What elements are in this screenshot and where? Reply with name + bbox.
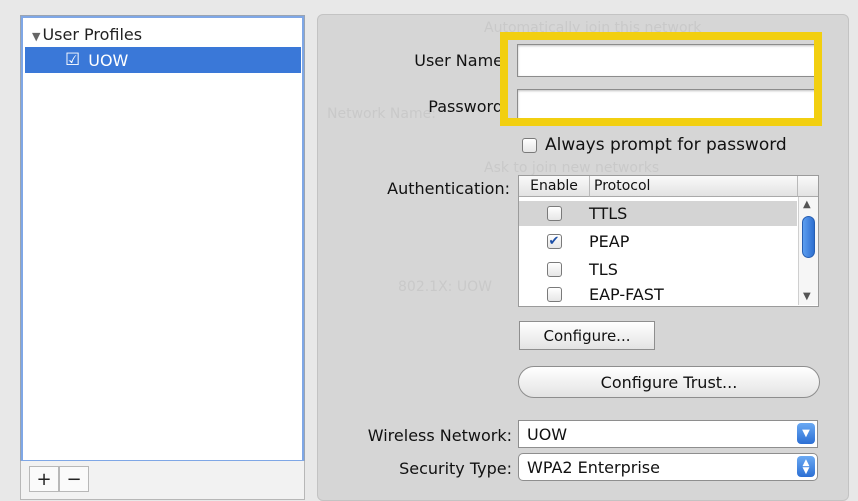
configure-trust-button[interactable]: Configure Trust... [518,366,820,398]
security-type-label: Security Type: [399,459,512,478]
username-label: User Name [414,51,503,70]
profiles-list[interactable]: ▼ User Profiles ☑ UOW [20,15,305,463]
configure-button[interactable]: Configure... [519,321,655,350]
protocol-name: TLS [589,260,618,279]
authentication-table[interactable]: Enable Protocol TTLS ✔ PEAP TLS EAP-FAST… [518,175,819,307]
protocol-name: EAP-FAST [589,285,664,304]
table-row[interactable]: ✔ PEAP [519,229,797,254]
column-header-spacer [798,176,818,197]
ghost-text-ask-join: Ask to join new networks [484,160,660,176]
table-row[interactable]: TLS [519,257,797,282]
authentication-label: Authentication: [387,179,510,198]
enable-checkbox-checked[interactable]: ✔ [546,234,562,249]
enable-checkbox[interactable] [546,287,562,302]
scroll-thumb[interactable] [802,216,815,258]
enable-checkbox[interactable] [546,262,562,277]
dropdown-arrow-icon[interactable]: ▼ [797,423,815,444]
profile-item-uow[interactable]: ☑ UOW [25,47,301,73]
add-profile-button[interactable]: + [29,466,59,492]
checkmark-box-icon[interactable]: ☑ [65,50,80,70]
column-header-enable[interactable]: Enable [519,176,590,197]
always-prompt-label: Always prompt for password [545,135,787,155]
table-scrollbar[interactable]: ▲ ▼ [798,197,818,305]
profile-item-label: UOW [88,50,129,70]
column-header-protocol[interactable]: Protocol [590,176,798,197]
popup-arrows-icon[interactable]: ▲ ▼ [797,456,815,477]
table-row[interactable]: TTLS [519,201,797,226]
protocol-name: PEAP [589,232,630,251]
tree-root-label: User Profiles [42,25,143,44]
wireless-network-label: Wireless Network: [367,426,512,445]
table-row[interactable]: EAP-FAST [519,282,797,307]
enable-checkbox[interactable] [546,206,562,221]
password-label: Password [428,97,503,116]
wireless-network-value: UOW [527,424,568,444]
disclosure-triangle-icon[interactable]: ▼ [32,30,40,43]
highlight-box [500,32,822,126]
tree-root-user-profiles[interactable]: ▼ User Profiles [32,25,142,44]
security-type-value: WPA2 Enterprise [527,457,660,477]
security-type-select[interactable]: WPA2 Enterprise ▲ ▼ [518,453,818,481]
ghost-text-8021x: 802.1X: UOW [398,279,492,295]
remove-profile-button[interactable]: − [59,466,89,492]
always-prompt-checkbox[interactable] [522,138,537,153]
scroll-up-arrow-icon[interactable]: ▲ [803,199,811,210]
protocol-name: TTLS [589,204,628,223]
scroll-down-arrow-icon[interactable]: ▼ [803,291,811,302]
wireless-network-select[interactable]: UOW ▼ [518,420,818,448]
